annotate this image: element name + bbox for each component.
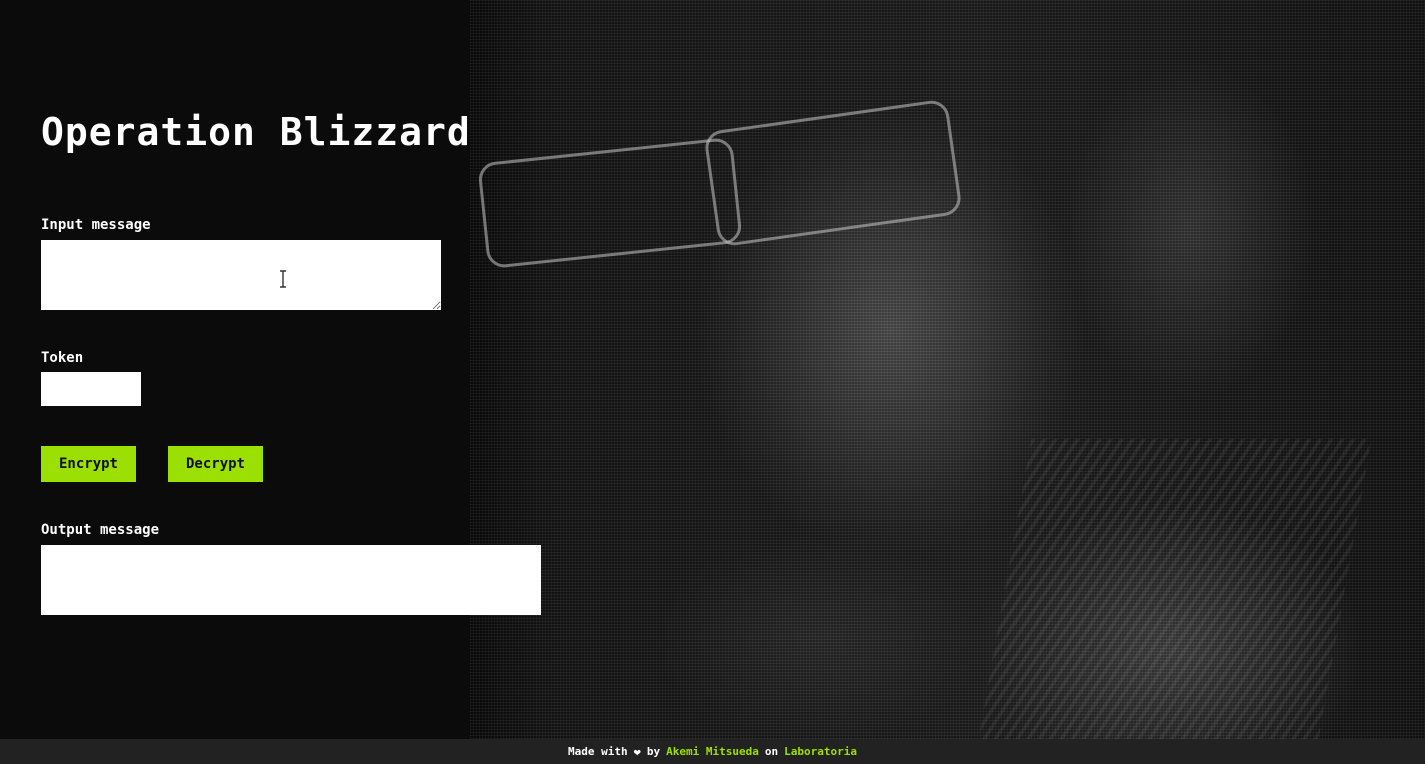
decrypt-button[interactable]: Decrypt	[168, 446, 263, 482]
footer-by: by	[646, 745, 661, 758]
token-label: Token	[41, 350, 84, 366]
background-portrait-image	[470, 0, 1425, 739]
heart-icon: ❤	[633, 744, 641, 759]
output-message-field[interactable]	[41, 545, 541, 615]
glasses-lens-left	[477, 136, 743, 270]
token-input[interactable]	[41, 372, 141, 406]
footer-author-link[interactable]: Akemi Mitsueda	[666, 745, 759, 758]
page-title: Operation Blizzard	[41, 110, 471, 154]
footer-made-with: Made with	[568, 745, 628, 758]
input-message-label: Input message	[41, 217, 151, 233]
input-message-field[interactable]	[41, 240, 441, 310]
encrypt-button[interactable]: Encrypt	[41, 446, 136, 482]
glasses-lens-right	[703, 98, 963, 248]
footer: Made with ❤ by Akemi Mitsueda on Laborat…	[0, 739, 1425, 764]
output-message-label: Output message	[41, 522, 160, 538]
footer-on: on	[764, 745, 779, 758]
footer-org-link[interactable]: Laboratoria	[784, 745, 857, 758]
page: Operation Blizzard Input message Token E…	[0, 0, 1425, 764]
